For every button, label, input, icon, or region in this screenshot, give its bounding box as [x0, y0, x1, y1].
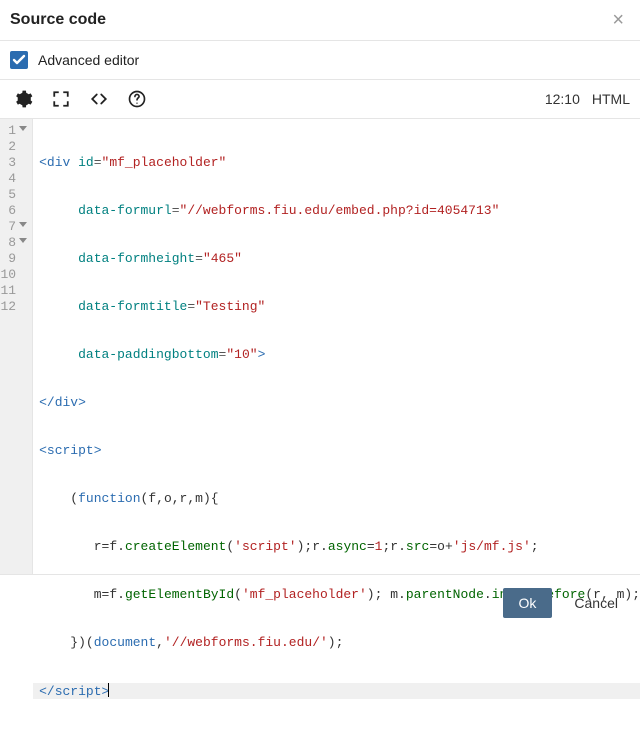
help-icon[interactable]: [126, 88, 148, 110]
dialog-title: Source code: [10, 11, 106, 29]
advanced-editor-checkbox[interactable]: [10, 51, 28, 69]
cancel-button[interactable]: Cancel: [570, 588, 622, 618]
fullscreen-icon[interactable]: [50, 88, 72, 110]
language-label: HTML: [592, 91, 630, 107]
gear-icon[interactable]: [12, 88, 34, 110]
code-icon[interactable]: [88, 88, 110, 110]
advanced-editor-label: Advanced editor: [38, 52, 139, 68]
code-area[interactable]: <div id="mf_placeholder" data-formurl="/…: [33, 119, 640, 574]
close-icon[interactable]: ×: [608, 10, 628, 30]
cursor-position: 12:10: [545, 91, 580, 107]
code-editor[interactable]: 123456789101112 <div id="mf_placeholder"…: [0, 118, 640, 575]
gutter: 123456789101112: [0, 119, 33, 574]
text-cursor: [108, 683, 109, 697]
ok-button[interactable]: Ok: [503, 588, 553, 618]
